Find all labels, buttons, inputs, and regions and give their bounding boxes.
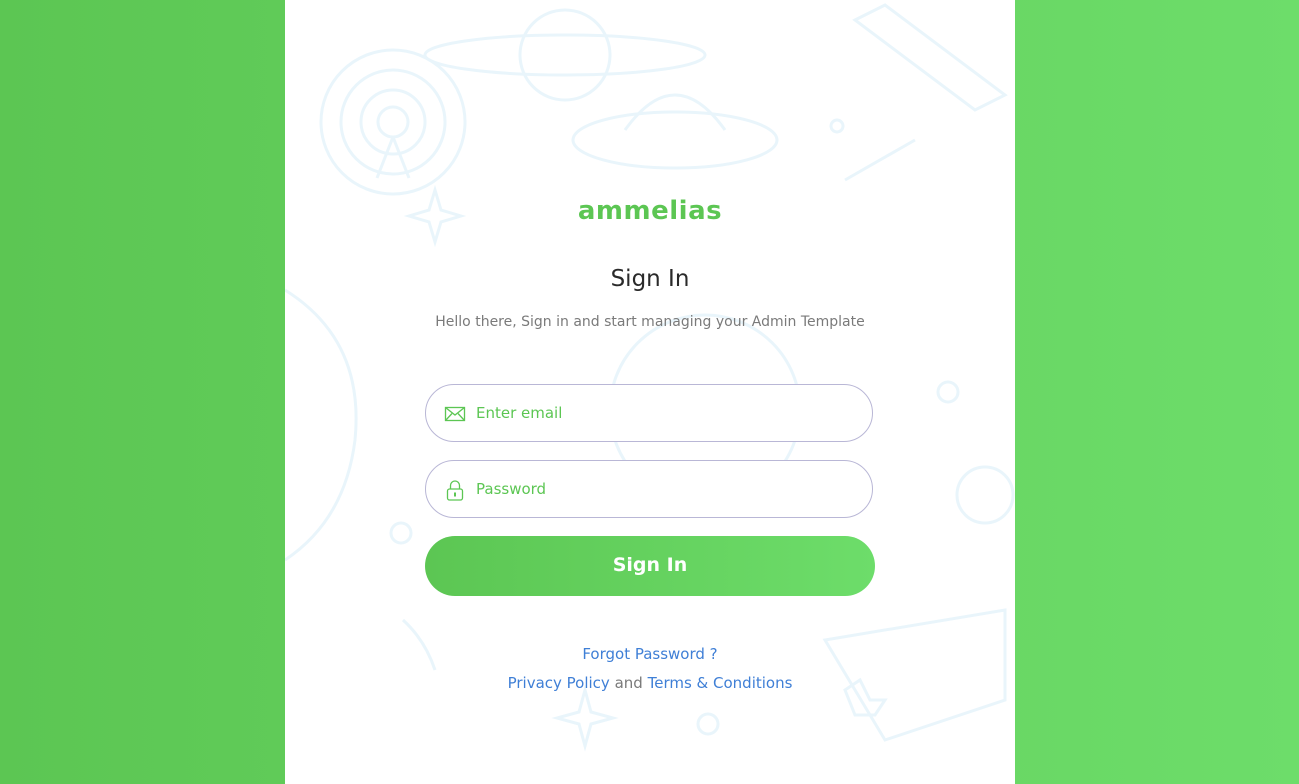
envelope-icon: [444, 403, 466, 425]
page-subtitle: Hello there, Sign in and start managing …: [435, 314, 865, 330]
password-field[interactable]: Password: [425, 460, 873, 518]
forgot-password-link[interactable]: Forgot Password ?: [285, 645, 1015, 663]
terms-link[interactable]: Terms & Conditions: [648, 674, 793, 692]
signin-panel: ammelias Sign In Hello there, Sign in an…: [285, 0, 1015, 784]
privacy-policy-link[interactable]: Privacy Policy: [508, 674, 610, 692]
email-placeholder: Enter email: [476, 404, 563, 422]
legal-links: Privacy Policy and Terms & Conditions: [285, 674, 1015, 692]
page-title: Sign In: [610, 266, 690, 292]
login-card: ammelias Sign In Hello there, Sign in an…: [285, 0, 1015, 784]
lock-icon: [444, 479, 466, 501]
email-field[interactable]: Enter email: [425, 384, 873, 442]
and-text: and: [614, 674, 643, 692]
sign-in-button[interactable]: Sign In: [425, 536, 875, 596]
brand-logo: ammelias: [577, 196, 723, 226]
password-placeholder: Password: [476, 480, 547, 498]
